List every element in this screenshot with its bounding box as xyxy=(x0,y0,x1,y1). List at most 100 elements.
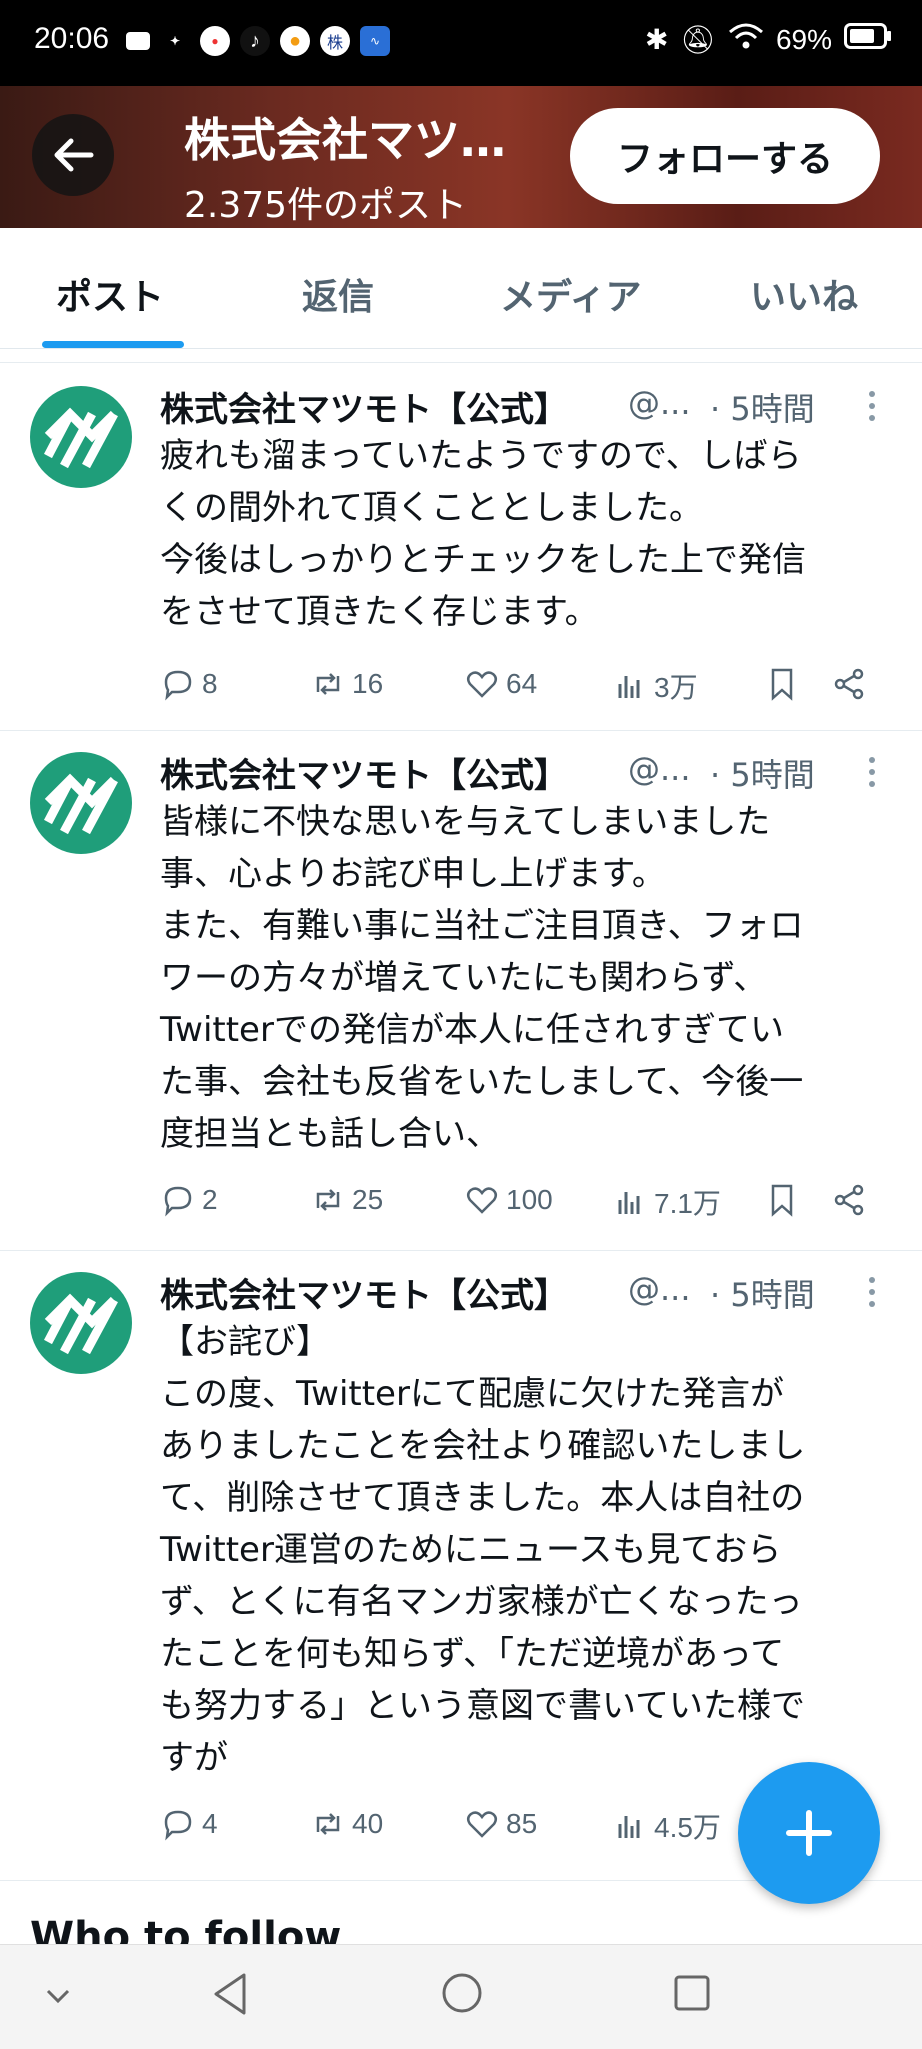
wifi-icon xyxy=(728,22,764,57)
more-icon[interactable] xyxy=(862,752,882,792)
profile-header: 株式会社マツ… 2.375件のポスト フォローする xyxy=(0,86,922,228)
post-author-name: 株式会社マツモト【公式】 xyxy=(160,1276,568,1316)
share-button[interactable] xyxy=(832,1182,868,1218)
post-item[interactable]: 株式会社マツモト【公式】 @... · 5時間 皆様に不快な思いを与えてしまいま… xyxy=(0,730,922,1251)
status-right: ✱ 🔕︎ 69% xyxy=(645,22,892,57)
reply-button[interactable]: 4 xyxy=(160,1806,218,1842)
bluetooth-icon: ✱ xyxy=(644,24,669,55)
bookmark-button[interactable] xyxy=(764,666,800,702)
reply-count: 8 xyxy=(202,668,218,699)
who-to-follow-heading: Who to follow xyxy=(30,1914,342,1944)
views-count: 3万 xyxy=(654,672,698,703)
sports-app-icon: ✦ xyxy=(169,34,181,48)
reply-count: 2 xyxy=(202,1184,218,1215)
share-button[interactable] xyxy=(832,666,868,702)
arrow-left-icon xyxy=(54,138,94,172)
reply-button[interactable]: 8 xyxy=(160,666,218,702)
post-text: 【お詫び】 この度、Twitterにて配慮に欠けた発言が ありましたことを会社よ… xyxy=(160,1322,806,1778)
follow-button[interactable]: フォローする xyxy=(570,108,880,204)
status-time: 20:06 xyxy=(34,22,110,55)
plus-icon xyxy=(786,1810,832,1856)
share-icon xyxy=(834,1184,864,1216)
tab-posts[interactable]: ポスト xyxy=(56,268,164,320)
repost-button[interactable]: 25 xyxy=(310,1182,383,1218)
repost-count: 25 xyxy=(352,1184,384,1215)
bookmark-icon xyxy=(771,1184,793,1217)
reply-icon xyxy=(164,1186,192,1217)
like-button[interactable]: 64 xyxy=(464,666,537,702)
repost-count: 16 xyxy=(352,668,384,699)
post-text: 皆様に不快な思いを与えてしまいました 事、心よりお詫び申し上げます。 また、有難… xyxy=(160,802,804,1154)
like-button[interactable]: 85 xyxy=(464,1806,537,1842)
notification-icons: ✦ ● ♪ ● 株 ∿ xyxy=(126,26,390,56)
repost-icon xyxy=(316,1189,340,1211)
back-button[interactable] xyxy=(32,114,114,196)
more-icon[interactable] xyxy=(862,1272,882,1312)
repost-button[interactable]: 16 xyxy=(310,666,383,702)
tab-media[interactable]: メディア xyxy=(500,268,641,320)
views-button[interactable]: 3万 xyxy=(612,666,698,706)
views-icon xyxy=(618,1192,640,1214)
reply-button[interactable]: 2 xyxy=(160,1182,218,1218)
heart-icon xyxy=(467,671,497,698)
youtube-icon xyxy=(126,32,150,50)
like-count: 85 xyxy=(506,1808,538,1839)
repost-button[interactable]: 40 xyxy=(310,1806,383,1842)
like-count: 100 xyxy=(506,1184,553,1215)
repost-icon xyxy=(316,673,340,695)
repost-count: 40 xyxy=(352,1808,384,1839)
reply-count: 4 xyxy=(202,1808,218,1839)
avatar[interactable] xyxy=(30,1272,132,1374)
views-count: 4.5万 xyxy=(654,1812,721,1843)
post-time: · 5時間 xyxy=(710,756,815,794)
post-text: 疲れも溜まっていたようですので、しばら くの間外れて頂くこととしました。 今後は… xyxy=(160,436,806,632)
post-handle: @... xyxy=(628,384,691,422)
status-bar: 20:06 ✦ ● ♪ ● 株 ∿ ✱ 🔕︎ 69% xyxy=(0,0,922,86)
views-button[interactable]: 4.5万 xyxy=(612,1806,721,1846)
system-nav-bar xyxy=(0,1944,922,2049)
more-icon[interactable] xyxy=(862,386,882,426)
post-time: · 5時間 xyxy=(710,390,815,428)
section-divider xyxy=(0,350,922,363)
post-actions: 2 25 100 7.1万 xyxy=(160,1182,895,1222)
chevron-down-icon[interactable] xyxy=(40,1981,76,2011)
heart-icon xyxy=(467,1811,497,1838)
avatar[interactable] xyxy=(30,386,132,488)
bookmark-icon xyxy=(771,668,793,701)
views-count: 7.1万 xyxy=(654,1188,721,1219)
mute-icon: 🔕︎ xyxy=(680,24,716,55)
like-button[interactable]: 100 xyxy=(464,1182,553,1218)
profile-tabs: ポスト 返信 メディア いいね xyxy=(0,228,922,349)
compose-button[interactable] xyxy=(738,1762,880,1904)
tab-replies[interactable]: 返信 xyxy=(302,268,374,320)
views-button[interactable]: 7.1万 xyxy=(612,1182,721,1222)
post-time: · 5時間 xyxy=(710,1276,815,1314)
profile-title: 株式会社マツ… xyxy=(184,113,506,167)
tab-likes[interactable]: いいね xyxy=(750,268,858,320)
post-item[interactable]: 株式会社マツモト【公式】 @... · 5時間 疲れも溜まっていたようですので、… xyxy=(0,364,922,731)
bookmark-button[interactable] xyxy=(764,1182,800,1218)
post-actions: 8 16 64 3万 xyxy=(160,666,895,706)
stock-app-icon: 株 xyxy=(320,26,350,56)
avatar[interactable] xyxy=(30,752,132,854)
battery-percent: 69% xyxy=(775,23,832,55)
chart-app-icon: ∿ xyxy=(360,26,390,56)
reply-icon xyxy=(164,1810,192,1841)
post-author-name: 株式会社マツモト【公式】 xyxy=(160,390,568,430)
recents-nav-icon[interactable] xyxy=(672,1973,712,2013)
like-count: 64 xyxy=(506,668,538,699)
battery-icon xyxy=(844,23,892,56)
back-nav-icon[interactable] xyxy=(210,1971,250,2017)
heart-icon xyxy=(467,1187,497,1214)
home-nav-icon[interactable] xyxy=(440,1971,484,2015)
post-author-name: 株式会社マツモト【公式】 xyxy=(160,756,568,796)
views-icon xyxy=(618,1816,640,1838)
views-icon xyxy=(618,676,640,698)
orange-app-icon: ● xyxy=(280,26,310,56)
post-handle: @... xyxy=(628,750,691,788)
repost-icon xyxy=(316,1813,340,1835)
news-app-icon: ● xyxy=(200,26,230,56)
share-icon xyxy=(834,668,864,700)
tab-active-indicator xyxy=(42,341,184,348)
post-handle: @... xyxy=(628,1270,691,1308)
